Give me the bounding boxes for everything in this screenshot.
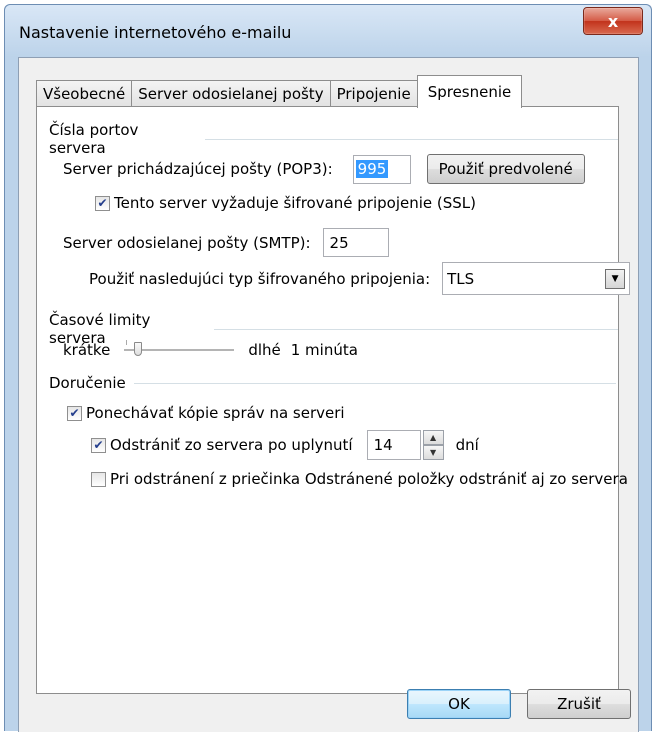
encryption-row: Použiť nasledujúci typ šifrovaného pripo… bbox=[89, 262, 631, 295]
section-delivery: Doručenie bbox=[49, 374, 616, 392]
arrow-up-icon[interactable]: ▲ bbox=[422, 430, 444, 445]
slider-thumb[interactable] bbox=[134, 342, 143, 356]
dialog-client-area: Všeobecné Server odosielanej pošty Pripo… bbox=[18, 57, 639, 732]
outgoing-port-row: Server odosielanej pošty (SMTP): 25 bbox=[63, 228, 389, 257]
timeout-slider[interactable] bbox=[124, 340, 235, 360]
remove-deleted-label: Pri odstránení z priečinka Odstránené po… bbox=[110, 470, 628, 488]
tab-panel-advanced: Čísla portov servera Server prichádzajúc… bbox=[36, 106, 631, 694]
incoming-port-row: Server prichádzajúcej pošty (POP3): 995 … bbox=[63, 154, 585, 184]
outgoing-port-value: 25 bbox=[329, 233, 349, 252]
incoming-port-value: 995 bbox=[355, 160, 389, 178]
window-title: Nastavenie internetového e-mailu bbox=[19, 23, 292, 42]
remove-after-label: Odstrániť zo servera po uplynutí bbox=[110, 436, 353, 454]
days-input[interactable]: 14 bbox=[366, 430, 421, 460]
section-server-ports: Čísla portov servera bbox=[49, 121, 618, 157]
timeout-long-label: dlhé bbox=[248, 341, 281, 359]
ok-button[interactable]: OK bbox=[407, 689, 511, 719]
days-spinner: 14 ▲ ▼ bbox=[366, 430, 444, 460]
tab-strip: Všeobecné Server odosielanej pošty Pripo… bbox=[36, 74, 523, 108]
outgoing-port-label: Server odosielanej pošty (SMTP): bbox=[63, 233, 311, 252]
section-divider bbox=[214, 328, 618, 330]
close-icon: x bbox=[607, 11, 619, 31]
arrow-down-icon[interactable]: ▼ bbox=[422, 445, 444, 460]
days-value: 14 bbox=[373, 436, 393, 454]
encryption-dropdown[interactable]: TLS ▼ bbox=[442, 262, 631, 295]
keep-copy-row: ✔ Ponechávať kópie správ na serveri bbox=[67, 404, 345, 422]
dialog-window: Nastavenie internetového e-mailu x Všeob… bbox=[4, 4, 652, 732]
ssl-checkbox[interactable]: ✔ bbox=[95, 195, 110, 211]
tab-outgoing-server[interactable]: Server odosielanej pošty bbox=[131, 80, 331, 107]
tab-connection[interactable]: Pripojenie bbox=[329, 80, 418, 107]
remove-after-row: ✔ Odstrániť zo servera po uplynutí 14 ▲ … bbox=[91, 430, 479, 460]
outgoing-port-input[interactable]: 25 bbox=[322, 228, 389, 257]
checkmark-icon: ✔ bbox=[97, 196, 108, 210]
section-title: Čísla portov servera bbox=[49, 121, 139, 157]
days-unit-label: dní bbox=[455, 436, 479, 454]
ssl-label: Tento server vyžaduje šifrované pripojen… bbox=[114, 194, 477, 212]
slider-tick bbox=[126, 340, 128, 345]
timeout-short-label: krátke bbox=[63, 341, 111, 359]
title-bar: Nastavenie internetového e-mailu x bbox=[5, 5, 651, 57]
timeout-row: krátke dlhé 1 minúta bbox=[63, 340, 358, 360]
cancel-button[interactable]: Zrušiť bbox=[527, 689, 631, 719]
chevron-down-icon[interactable]: ▼ bbox=[605, 268, 626, 289]
days-spin-buttons: ▲ ▼ bbox=[422, 430, 444, 460]
checkmark-icon: ✔ bbox=[69, 406, 80, 420]
section-divider bbox=[205, 138, 618, 140]
remove-deleted-checkbox[interactable] bbox=[91, 471, 106, 487]
remove-after-checkbox[interactable]: ✔ bbox=[91, 437, 106, 453]
remove-deleted-row: Pri odstránení z priečinka Odstránené po… bbox=[91, 470, 628, 488]
checkmark-icon: ✔ bbox=[93, 438, 104, 452]
close-button[interactable]: x bbox=[583, 7, 643, 35]
keep-copy-checkbox[interactable]: ✔ bbox=[67, 405, 82, 421]
encryption-selected-value: TLS bbox=[447, 269, 475, 288]
tab-advanced[interactable]: Spresnenie bbox=[416, 75, 523, 108]
section-title: Doručenie bbox=[49, 374, 126, 392]
incoming-port-label: Server prichádzajúcej pošty (POP3): bbox=[63, 160, 333, 178]
tab-general[interactable]: Všeobecné bbox=[36, 80, 133, 107]
incoming-port-input[interactable]: 995 bbox=[352, 154, 411, 184]
section-divider bbox=[133, 382, 616, 384]
encryption-label: Použiť nasledujúci typ šifrovaného pripo… bbox=[89, 269, 431, 288]
timeout-value-label: 1 minúta bbox=[290, 341, 358, 359]
keep-copy-label: Ponechávať kópie správ na serveri bbox=[86, 404, 345, 422]
ssl-row: ✔ Tento server vyžaduje šifrované pripoj… bbox=[95, 194, 476, 212]
use-defaults-button[interactable]: Použiť predvolené bbox=[426, 154, 585, 184]
